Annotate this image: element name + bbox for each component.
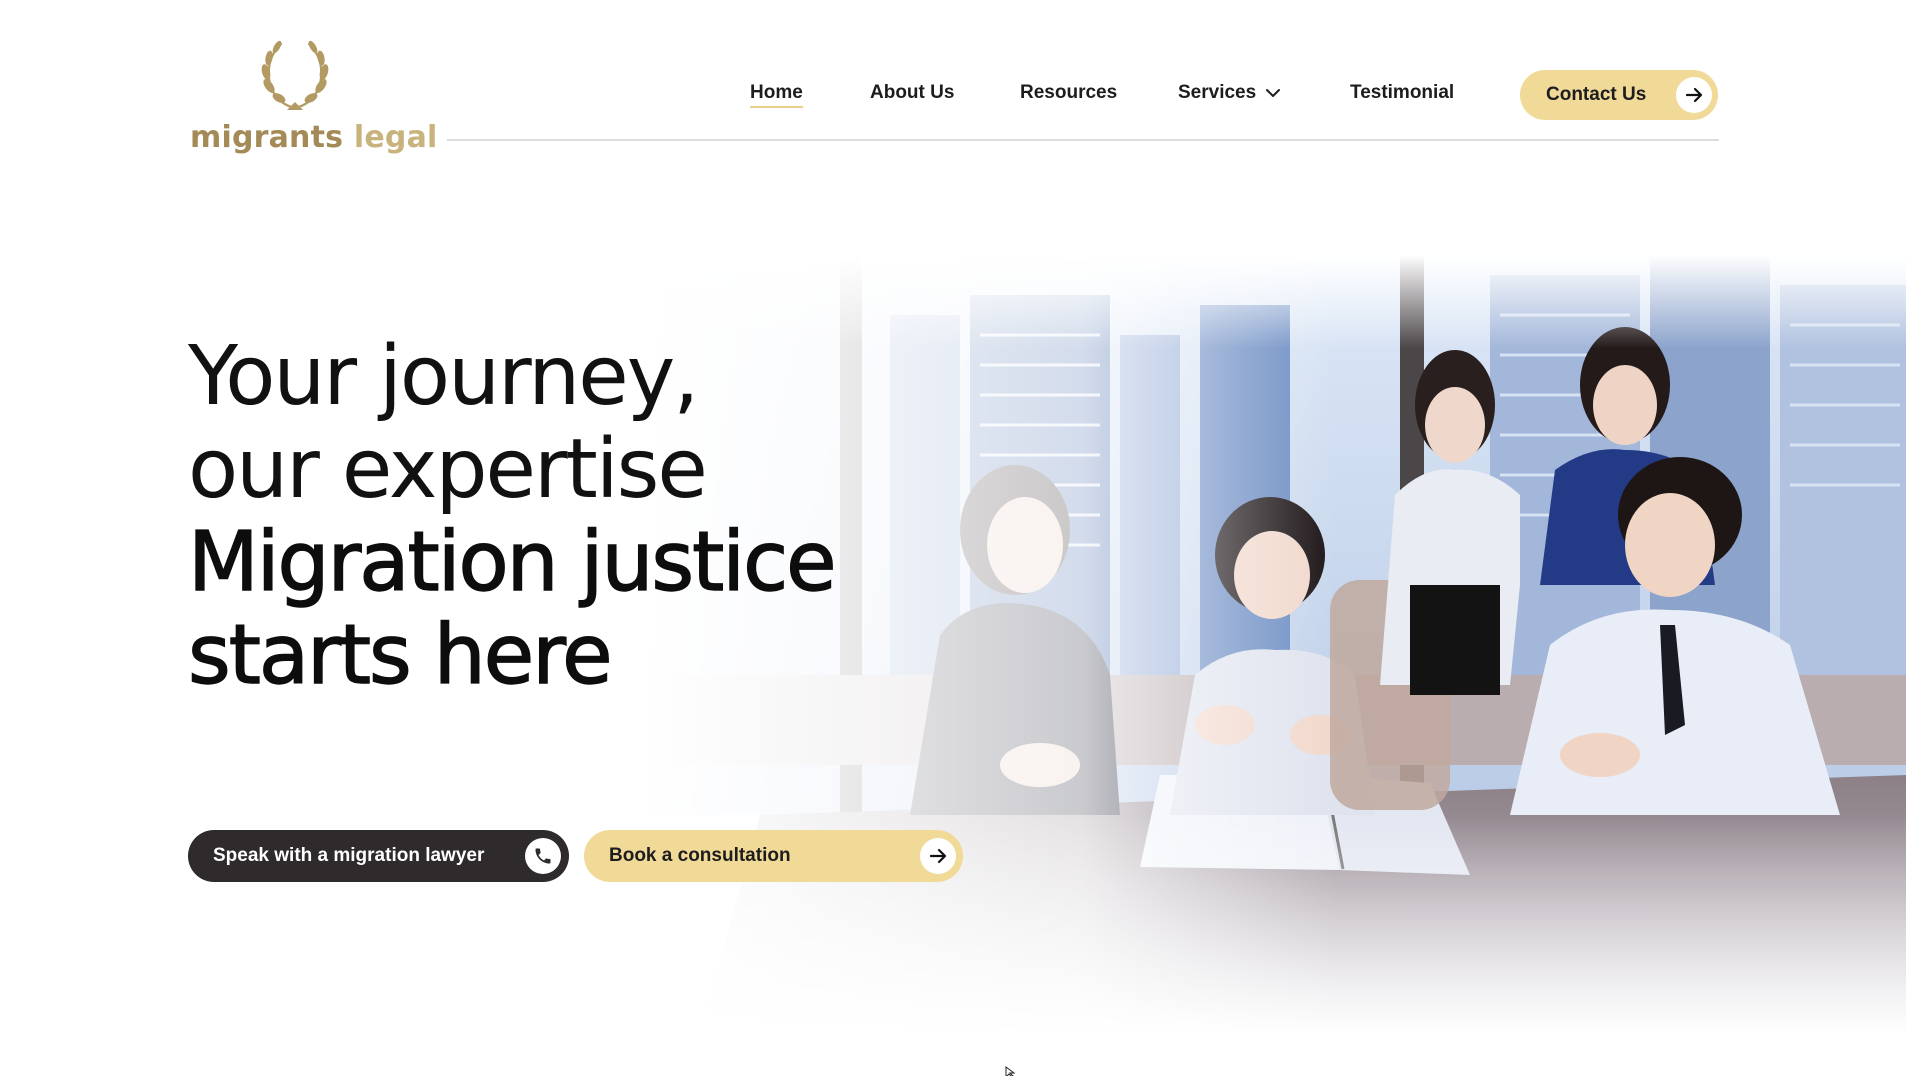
speak-with-lawyer-button[interactable]: Speak with a migration lawyer <box>188 830 569 882</box>
speak-with-lawyer-label: Speak with a migration lawyer <box>213 845 485 866</box>
book-consultation-button[interactable]: Book a consultation <box>584 830 963 882</box>
brand-wordmark: migrants legal <box>190 120 438 155</box>
mouse-cursor-icon <box>1005 1066 1016 1076</box>
nav-home[interactable]: Home <box>750 82 803 108</box>
nav-testimonial[interactable]: Testimonial <box>1350 82 1454 104</box>
hero-line-2: our expertise <box>188 422 708 517</box>
nav-resources[interactable]: Resources <box>1020 82 1117 104</box>
contact-us-button[interactable]: Contact Us <box>1520 70 1718 120</box>
hero-headline: Your journey, our expertise Migration ju… <box>187 329 1088 703</box>
arrow-right-icon <box>1676 77 1712 113</box>
header-divider <box>447 139 1719 141</box>
chevron-down-icon <box>1266 88 1281 97</box>
brand-name-part2: legal <box>353 120 438 155</box>
nav-about-us[interactable]: About Us <box>870 82 954 104</box>
brand-name-part1: migrants <box>190 120 344 155</box>
arrow-right-icon <box>920 838 956 874</box>
phone-icon <box>525 838 561 874</box>
contact-us-label: Contact Us <box>1546 84 1647 105</box>
nav-services[interactable]: Services <box>1178 82 1282 104</box>
nav-services-label: Services <box>1178 82 1257 103</box>
book-consultation-label: Book a consultation <box>609 845 791 866</box>
hero-line-1: Your journey, <box>188 329 699 424</box>
hero-line-3: Migration justice <box>187 515 837 610</box>
hero-line-4: starts here <box>187 608 613 703</box>
